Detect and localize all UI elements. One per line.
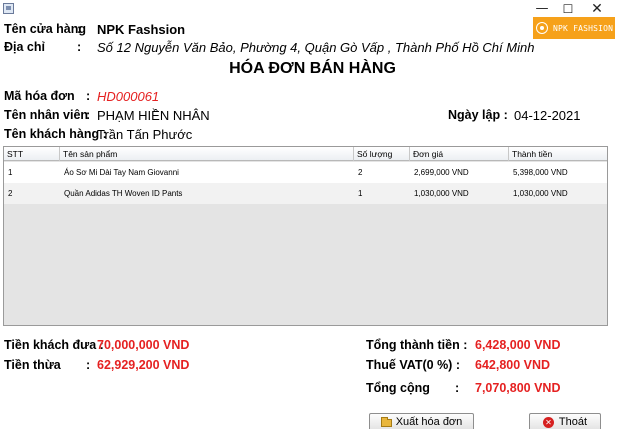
vat-label: Thuế VAT(0 %) : xyxy=(366,358,460,372)
invoice-id-label: Mã hóa đơn xyxy=(4,89,75,103)
cell-line-total: 1,030,000 VND xyxy=(513,189,568,198)
vat-value: 642,800 VND xyxy=(475,358,551,372)
page-title: HÓA ĐƠN BÁN HÀNG xyxy=(229,60,396,77)
given-amount-value: 70,000,000 VND xyxy=(97,338,190,352)
cell-product: Áo Sơ Mi Dài Tay Nam Giovanni xyxy=(64,168,179,177)
maximize-button[interactable]: ☐ xyxy=(553,0,583,18)
logo-mark-icon xyxy=(536,22,548,34)
cell-stt: 1 xyxy=(8,168,13,177)
cell-line-total: 5,398,000 VND xyxy=(513,168,568,177)
column-header-line-total[interactable]: Thành tiền xyxy=(509,147,607,161)
exit-label: Thoát xyxy=(558,416,588,428)
app-icon xyxy=(3,3,14,14)
given-amount-label: Tiền khách đưa : xyxy=(4,338,104,352)
employee-colon: : xyxy=(86,108,91,122)
change-colon: : xyxy=(86,358,91,372)
subtotal-label: Tổng thành tiền : xyxy=(366,338,468,352)
cell-product: Quần Adidas TH Woven ID Pants xyxy=(64,189,183,198)
column-header-product[interactable]: Tên sản phẩm xyxy=(60,147,354,161)
column-header-stt[interactable]: STT xyxy=(4,147,60,161)
folder-icon xyxy=(380,416,392,427)
store-name-label: Tên cửa hàng xyxy=(4,22,86,36)
invoice-id-colon: : xyxy=(86,89,91,103)
cell-quantity: 1 xyxy=(358,189,363,198)
export-invoice-label: Xuất hóa đơn xyxy=(395,416,463,428)
column-header-quantity[interactable]: Số lượng xyxy=(354,147,410,161)
store-address-value: Số 12 Nguyễn Văn Bảo, Phường 4, Quận Gò … xyxy=(97,40,535,55)
export-invoice-button[interactable]: Xuất hóa đơn xyxy=(369,413,474,429)
customer-value: Trần Tấn Phước xyxy=(97,127,193,142)
store-address-colon: : xyxy=(77,40,82,54)
subtotal-value: 6,428,000 VND xyxy=(475,338,561,352)
date-value: 04-12-2021 xyxy=(514,108,581,123)
employee-value: PHẠM HIỀN NHÂN xyxy=(97,108,210,123)
total-label: Tổng cộng xyxy=(366,381,430,395)
customer-label: Tên khách hàng : xyxy=(4,127,107,141)
table-row[interactable]: 2 Quần Adidas TH Woven ID Pants 1 1,030,… xyxy=(4,183,607,204)
close-window-button[interactable]: ✕ xyxy=(582,0,612,18)
invoice-id-value: HD000061 xyxy=(97,89,160,104)
change-value: 62,929,200 VND xyxy=(97,358,190,372)
store-address-label: Địa chỉ xyxy=(4,40,45,54)
store-name-colon: : xyxy=(77,22,82,36)
total-value: 7,070,800 VND xyxy=(475,381,561,395)
logo-text: NPK FASHSION xyxy=(553,23,614,33)
cell-quantity: 2 xyxy=(358,168,363,177)
table-header: STT Tên sản phẩm Số lượng Đơn giá Thành … xyxy=(4,147,607,161)
total-colon: : xyxy=(455,381,460,395)
table-row[interactable]: 1 Áo Sơ Mi Dài Tay Nam Giovanni 2 2,699,… xyxy=(4,162,607,183)
cell-unit-price: 2,699,000 VND xyxy=(414,168,469,177)
cell-unit-price: 1,030,000 VND xyxy=(414,189,469,198)
close-circle-icon: ✕ xyxy=(542,417,554,428)
invoice-items-table[interactable]: STT Tên sản phẩm Số lượng Đơn giá Thành … xyxy=(3,146,608,326)
change-label: Tiền thừa xyxy=(4,358,61,372)
column-header-unit-price[interactable]: Đơn giá xyxy=(410,147,509,161)
window-titlebar: — ☐ ✕ xyxy=(0,0,625,18)
exit-button[interactable]: ✕ Thoát xyxy=(529,413,601,429)
cell-stt: 2 xyxy=(8,189,13,198)
date-label: Ngày lập : xyxy=(448,108,508,122)
employee-label: Tên nhân viên xyxy=(4,108,89,122)
store-name-value: NPK Fashsion xyxy=(97,22,186,37)
store-logo: NPK FASHSION xyxy=(533,17,615,39)
